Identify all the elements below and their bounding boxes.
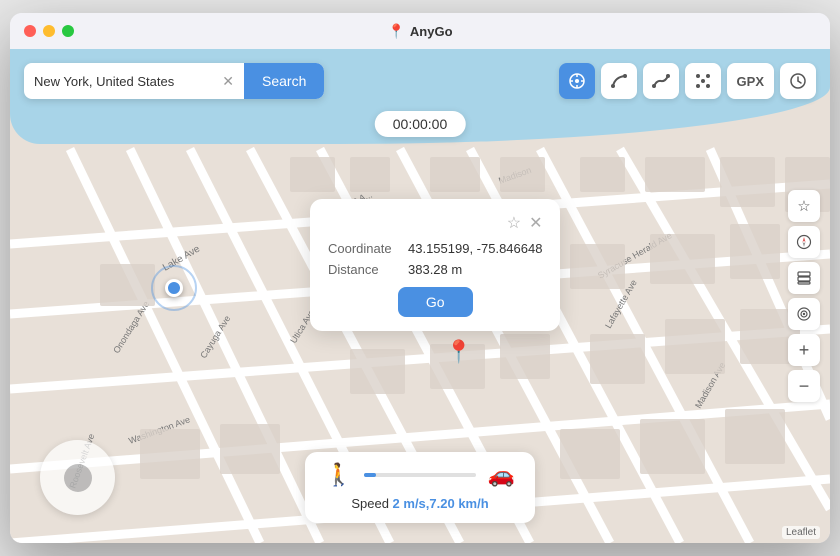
popup-header: ☆ ✕ xyxy=(328,213,542,233)
go-button[interactable]: Go xyxy=(398,287,473,317)
compass-sidebar-button[interactable] xyxy=(788,226,820,258)
route1-icon xyxy=(610,72,628,90)
right-sidebar: ☆ xyxy=(788,190,820,402)
timer-value: 00:00:00 xyxy=(393,116,448,132)
coordinate-value: 43.155199, -75.846648 xyxy=(408,241,542,256)
pin-icon: 📍 xyxy=(387,23,404,40)
top-toolbar: New York, United States ✕ Search xyxy=(24,63,816,99)
coordinate-label: Coordinate xyxy=(328,241,408,256)
layers-sidebar-button[interactable] xyxy=(788,262,820,294)
car-icon: 🚗 xyxy=(488,462,515,488)
traffic-lights xyxy=(24,25,74,37)
layers-icon xyxy=(796,270,812,286)
route1-tool-button[interactable] xyxy=(601,63,637,99)
app-name: AnyGo xyxy=(410,24,453,39)
clock-icon xyxy=(789,72,807,90)
speed-slider[interactable] xyxy=(364,473,475,477)
minimize-button[interactable] xyxy=(43,25,55,37)
popup-star-icon[interactable]: ☆ xyxy=(507,213,521,233)
joystick[interactable] xyxy=(40,440,115,515)
speed-value: 2 m/s,7.20 km/h xyxy=(393,496,489,511)
speed-label: Speed xyxy=(351,496,389,511)
distance-label: Distance xyxy=(328,262,408,277)
search-input-wrap: New York, United States ✕ xyxy=(24,73,244,90)
app-window: 📍 AnyGo Lake xyxy=(10,13,830,543)
location-marker xyxy=(165,279,183,297)
speed-text: Speed 2 m/s,7.20 km/h xyxy=(325,496,515,511)
toolbar-right: GPX xyxy=(559,63,816,99)
route2-tool-button[interactable] xyxy=(643,63,679,99)
coordinate-popup: ☆ ✕ Coordinate 43.155199, -75.846648 Dis… xyxy=(310,199,560,331)
zoom-out-button[interactable]: − xyxy=(788,370,820,402)
zoom-in-button[interactable]: + xyxy=(788,334,820,366)
distance-row: Distance 383.28 m xyxy=(328,262,542,277)
maximize-button[interactable] xyxy=(62,25,74,37)
popup-close-icon[interactable]: ✕ xyxy=(529,213,542,233)
marker-ring xyxy=(151,265,197,311)
target-icon xyxy=(796,306,812,322)
destination-pin: 📍 xyxy=(445,339,472,365)
crosshair-tool-button[interactable] xyxy=(559,63,595,99)
target-sidebar-button[interactable] xyxy=(788,298,820,330)
compass-icon xyxy=(796,234,812,250)
multipoint-tool-button[interactable] xyxy=(685,63,721,99)
map-container[interactable]: Lake Ave Onondaga Ave Cayuga Ave Utica A… xyxy=(10,49,830,543)
distance-value: 383.28 m xyxy=(408,262,462,277)
speed-icons: 🚶 🚗 xyxy=(325,462,515,488)
timer-badge: 00:00:00 xyxy=(375,111,466,137)
history-button[interactable] xyxy=(780,63,816,99)
speed-bar: 🚶 🚗 Speed 2 m/s,7.20 km/h xyxy=(305,452,535,523)
search-bar: New York, United States ✕ Search xyxy=(24,63,324,99)
gpx-button[interactable]: GPX xyxy=(727,63,774,99)
speed-slider-fill xyxy=(364,473,375,477)
walk-icon: 🚶 xyxy=(325,462,352,488)
joystick-handle xyxy=(64,464,92,492)
route2-icon xyxy=(652,72,670,90)
crosshair-icon xyxy=(568,72,586,90)
search-input-text: New York, United States xyxy=(34,74,216,89)
coordinate-row: Coordinate 43.155199, -75.846648 xyxy=(328,241,542,256)
leaflet-badge: Leaflet xyxy=(782,526,820,539)
search-clear-icon[interactable]: ✕ xyxy=(222,73,234,90)
search-button[interactable]: Search xyxy=(244,63,324,99)
window-title: 📍 AnyGo xyxy=(387,23,452,40)
multipoint-icon xyxy=(694,72,712,90)
titlebar: 📍 AnyGo xyxy=(10,13,830,49)
star-sidebar-button[interactable]: ☆ xyxy=(788,190,820,222)
close-button[interactable] xyxy=(24,25,36,37)
leaflet-label: Leaflet xyxy=(786,527,816,538)
